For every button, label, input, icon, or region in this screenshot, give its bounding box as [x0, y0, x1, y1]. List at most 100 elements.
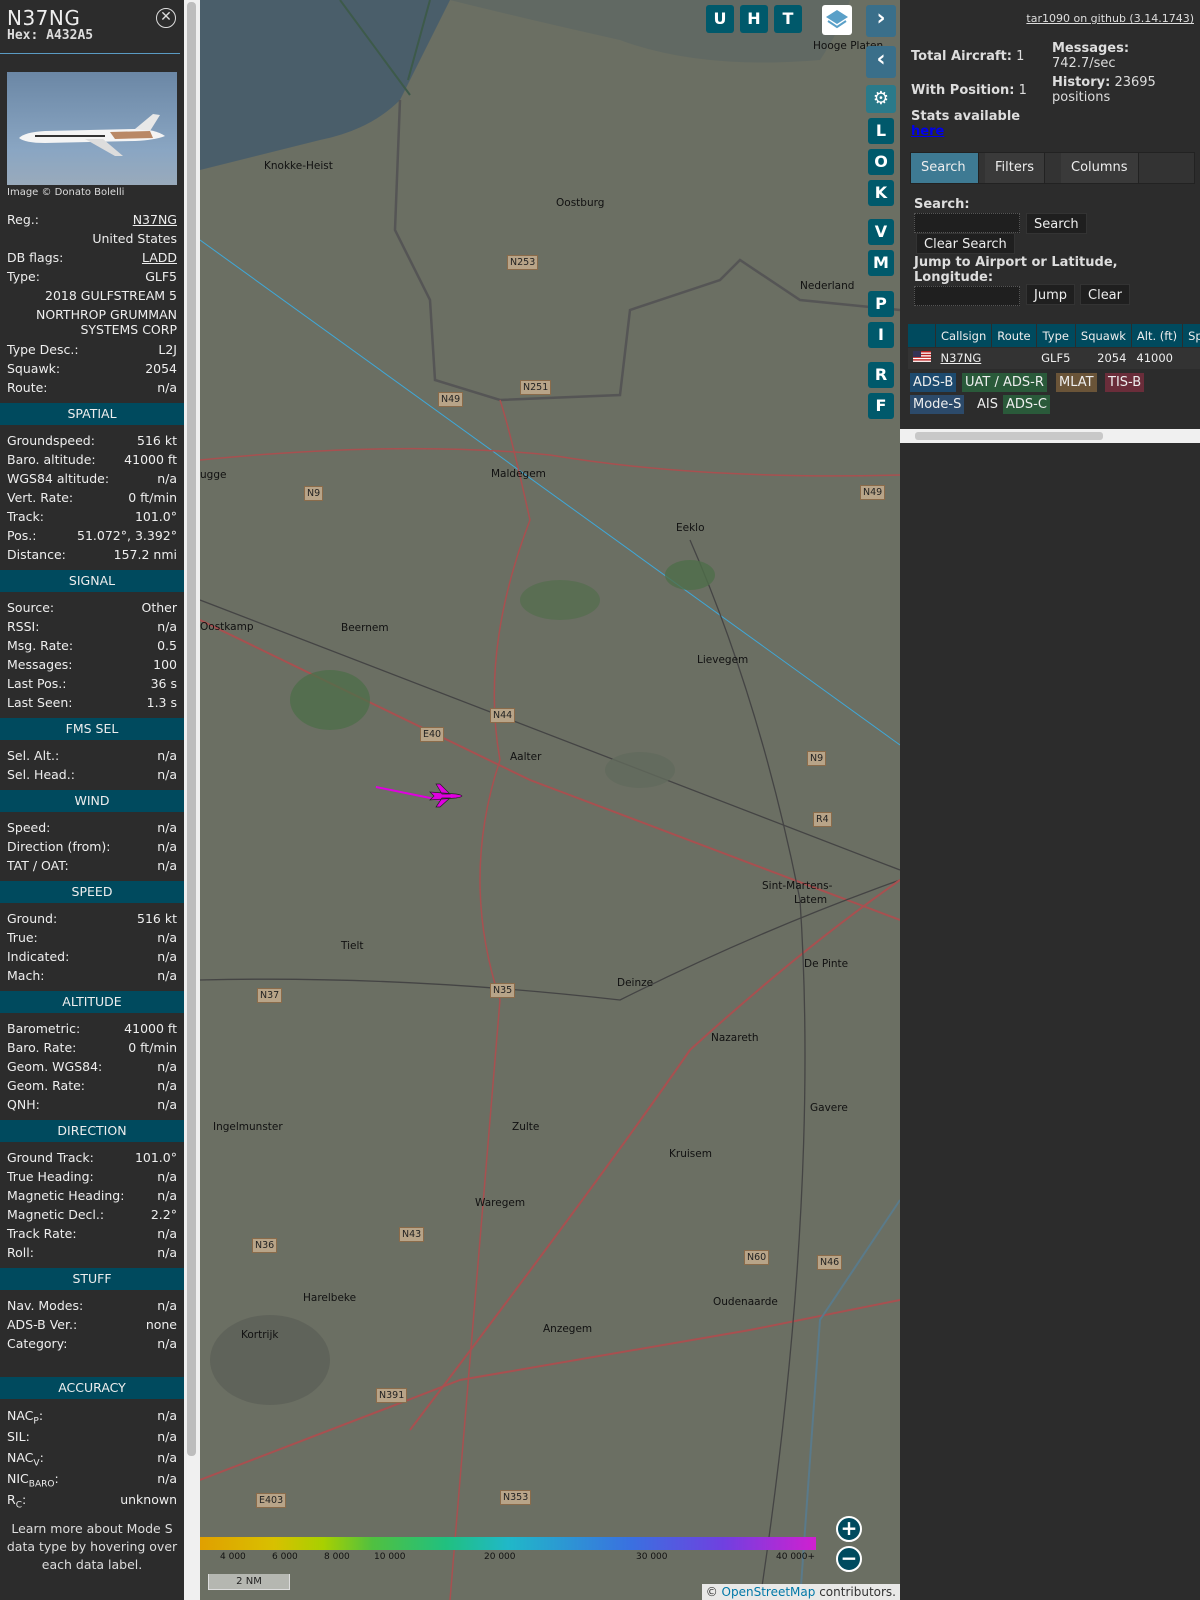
messages-value: 742.7/sec [1052, 56, 1116, 71]
road-shield: N9 [807, 751, 827, 766]
dbflags-link[interactable]: LADD [142, 248, 177, 267]
column-header-type[interactable]: Type [1035, 323, 1076, 348]
detail-row: QNH: n/a [0, 1095, 184, 1114]
model-value: 2018 GULFSTREAM 5 [45, 288, 177, 303]
aircraft-photo[interactable] [7, 72, 177, 185]
toggle-l-button[interactable]: L [868, 118, 894, 144]
settings-gear-icon[interactable]: ⚙ [866, 85, 896, 113]
toggle-k-button[interactable]: K [868, 180, 894, 206]
toggle-v-button[interactable]: V [868, 219, 894, 245]
toggle-m-button[interactable]: M [868, 250, 894, 276]
column-header-alt-ft[interactable]: Alt. (ft) [1130, 323, 1184, 348]
detail-value: n/a [157, 949, 177, 964]
aircraft-detail-sidebar: N37NG Hex: A432A5 ✕ Image © Donato Bolel… [0, 0, 184, 1600]
map-place-label: Anzegem [543, 1323, 593, 1335]
stats-here-link[interactable]: here [911, 124, 944, 139]
with-position-stat: With Position: 1 [911, 83, 1027, 98]
reg-link[interactable]: N37NG [133, 210, 177, 229]
tab-filters[interactable]: Filters [985, 153, 1045, 183]
table-row[interactable]: N37NG GLF5 2054 41000 [907, 347, 1200, 369]
toggle-p-button[interactable]: P [868, 291, 894, 317]
map-place-label: Nederland [800, 280, 855, 292]
map-place-label: Kruisem [669, 1148, 712, 1160]
sidebar-scrollbar-thumb[interactable] [187, 2, 196, 1456]
search-button[interactable]: Search [1026, 213, 1087, 234]
detail-label: QNH: [7, 1097, 40, 1112]
detail-row: Direction (from): n/a [0, 837, 184, 856]
detail-label: Vert. Rate: [7, 490, 74, 505]
detail-label: Last Pos.: [7, 676, 67, 691]
toggle-i-button[interactable]: I [868, 322, 894, 348]
total-aircraft-stat: Total Aircraft: 1 [911, 49, 1024, 64]
tab-columns[interactable]: Columns [1061, 153, 1139, 183]
table-horizontal-scrollbar[interactable] [900, 429, 1200, 443]
github-link[interactable]: tar1090 on github (3.14.1743) [1026, 12, 1194, 25]
layers-icon[interactable] [822, 5, 852, 35]
squawk-label: Squawk: [7, 361, 61, 376]
search-input[interactable] [914, 213, 1020, 233]
aircraft-marker-icon[interactable] [428, 782, 464, 808]
collapse-right-icon[interactable]: › [866, 5, 896, 37]
column-header-flag[interactable] [907, 323, 936, 348]
detail-value: n/a [157, 839, 177, 854]
us-flag-icon [912, 351, 931, 363]
sidebar-scrollbar[interactable] [184, 0, 200, 1600]
history-unit: positions [1052, 90, 1111, 105]
toggle-h-button[interactable]: H [740, 5, 768, 33]
close-icon[interactable]: ✕ [156, 8, 176, 28]
column-header-callsign[interactable]: Callsign [934, 323, 993, 348]
detail-row: Pos.: 51.072°, 3.392° [0, 526, 184, 545]
detail-label: True: [7, 930, 38, 945]
road-shield: N391 [376, 1388, 408, 1403]
detail-label: Sel. Head.: [7, 767, 75, 782]
collapse-left-icon[interactable]: ‹ [866, 46, 896, 78]
detail-row: Messages: 100 [0, 655, 184, 674]
route-label: Route: [7, 380, 48, 395]
map-place-label: Tielt [341, 940, 364, 952]
accuracy-label: RC: [7, 1492, 27, 1511]
map-view[interactable]: Knokke-Heist Oostburg Maldegem ugge Eeklo Oos… [200, 0, 900, 1600]
road-shield: E40 [420, 727, 445, 742]
road-shield: N35 [490, 983, 516, 998]
owner-line-2: SYSTEMS CORP [80, 322, 177, 337]
detail-label: Source: [7, 600, 55, 615]
column-header-squawk[interactable]: Squawk [1074, 323, 1132, 348]
zoom-out-icon[interactable]: − [836, 1546, 862, 1572]
map-place-label: Oudenaarde [713, 1296, 778, 1308]
column-header-spd[interactable]: Spd. [1182, 323, 1200, 348]
detail-value: 36 s [150, 676, 177, 691]
clear-jump-button[interactable]: Clear [1080, 284, 1130, 305]
callsign-cell[interactable]: N37NG [935, 347, 992, 369]
accuracy-row: NICBARO: n/a [0, 1468, 184, 1490]
toggle-o-button[interactable]: O [868, 149, 894, 175]
jump-button[interactable]: Jump [1026, 284, 1075, 305]
table-scrollbar-thumb[interactable] [915, 432, 1103, 440]
road-shield: N37 [257, 988, 283, 1003]
osm-link[interactable]: OpenStreetMap [722, 1585, 816, 1599]
detail-label: Ground Track: [7, 1150, 94, 1165]
column-header-route[interactable]: Route [991, 323, 1037, 348]
route-cell [991, 347, 1037, 369]
detail-value: n/a [157, 1097, 177, 1112]
map-place-label: ugge [200, 469, 227, 481]
detail-value: 101.0° [134, 1150, 177, 1165]
section-signal-header: SIGNAL [0, 570, 184, 592]
detail-row: Source: Other [0, 598, 184, 617]
detail-sections: SPATIAL Groundspeed: 516 kt Baro. altitude:… [0, 403, 184, 1353]
detail-row: Groundspeed: 516 kt [0, 431, 184, 450]
tab-search[interactable]: Search [911, 153, 979, 183]
mode-s-note: Learn more about Mode S data type by hov… [6, 1521, 178, 1572]
detail-label: Direction (from): [7, 839, 111, 854]
jump-input[interactable] [914, 286, 1020, 306]
accuracy-label-sub: C [15, 1500, 22, 1511]
detail-value: 2.2° [150, 1207, 177, 1222]
toggle-u-button[interactable]: U [706, 5, 734, 33]
accuracy-row: RC: unknown [0, 1489, 184, 1511]
toggle-f-button[interactable]: F [868, 393, 894, 419]
toggle-r-button[interactable]: R [868, 362, 894, 388]
detail-label: Distance: [7, 547, 66, 562]
zoom-in-icon[interactable]: + [836, 1516, 862, 1542]
clear-search-button[interactable]: Clear Search [916, 233, 1015, 254]
type-row: Type: GLF5 [0, 267, 184, 286]
toggle-t-button[interactable]: T [774, 5, 802, 33]
